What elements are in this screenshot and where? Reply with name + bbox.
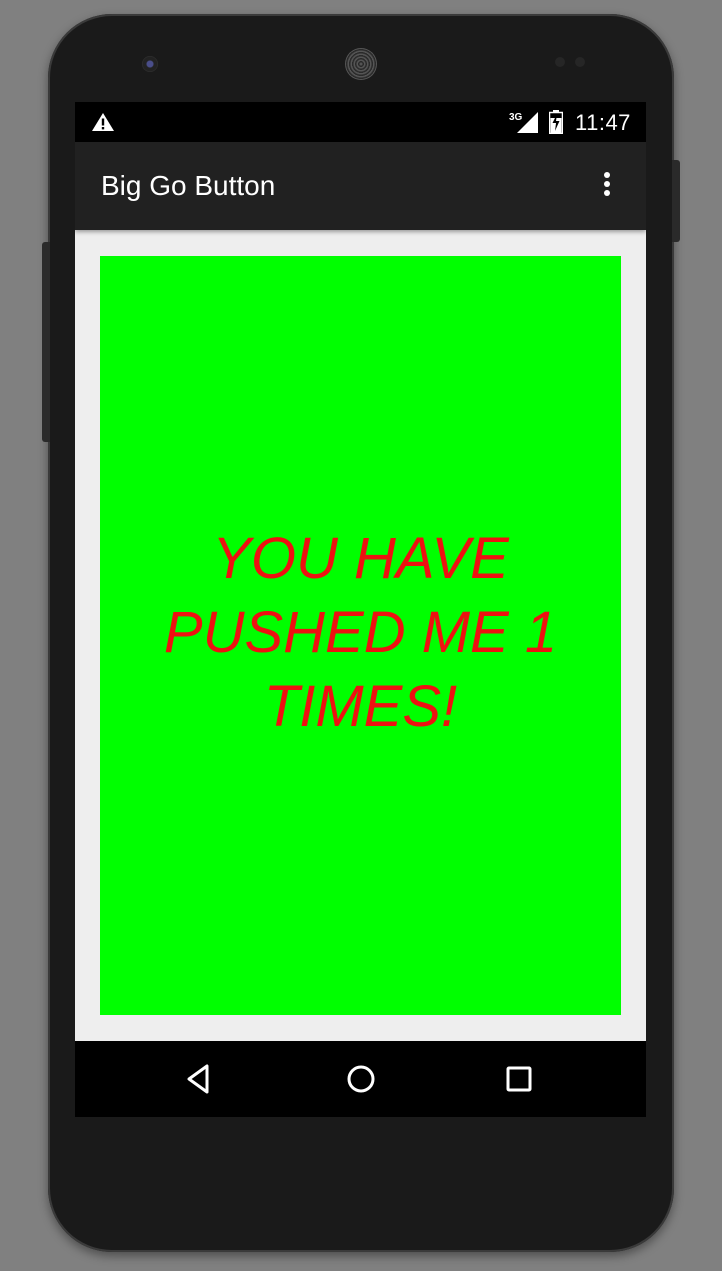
volume-rocker (42, 242, 50, 442)
back-icon[interactable] (181, 1059, 221, 1099)
go-button-label: YOU HAVE PUSHED ME 1 TIMES! (163, 525, 558, 739)
app-bar: Big Go Button (75, 142, 646, 230)
earpiece-speaker (345, 48, 377, 80)
warning-icon (92, 113, 114, 131)
navigation-bar (75, 1041, 646, 1117)
front-camera (142, 56, 158, 72)
signal-3g-icon: 3G (509, 112, 538, 133)
app-title: Big Go Button (101, 170, 276, 201)
status-bar: 3G 11:47 (75, 102, 646, 142)
overflow-menu-icon[interactable] (595, 170, 619, 202)
recents-icon[interactable] (499, 1059, 539, 1099)
proximity-sensor (555, 57, 565, 67)
power-button (672, 160, 680, 242)
big-go-button[interactable]: YOU HAVE PUSHED ME 1 TIMES! (100, 256, 621, 1015)
status-time: 11:47 (575, 110, 631, 135)
device-screen: 3G 11:47 Big Go Button YOU HAVE PUSHED M… (75, 102, 646, 1117)
network-type-label: 3G (509, 112, 523, 123)
home-icon[interactable] (341, 1059, 381, 1099)
battery-charging-icon (549, 110, 563, 134)
light-sensor (575, 57, 585, 67)
